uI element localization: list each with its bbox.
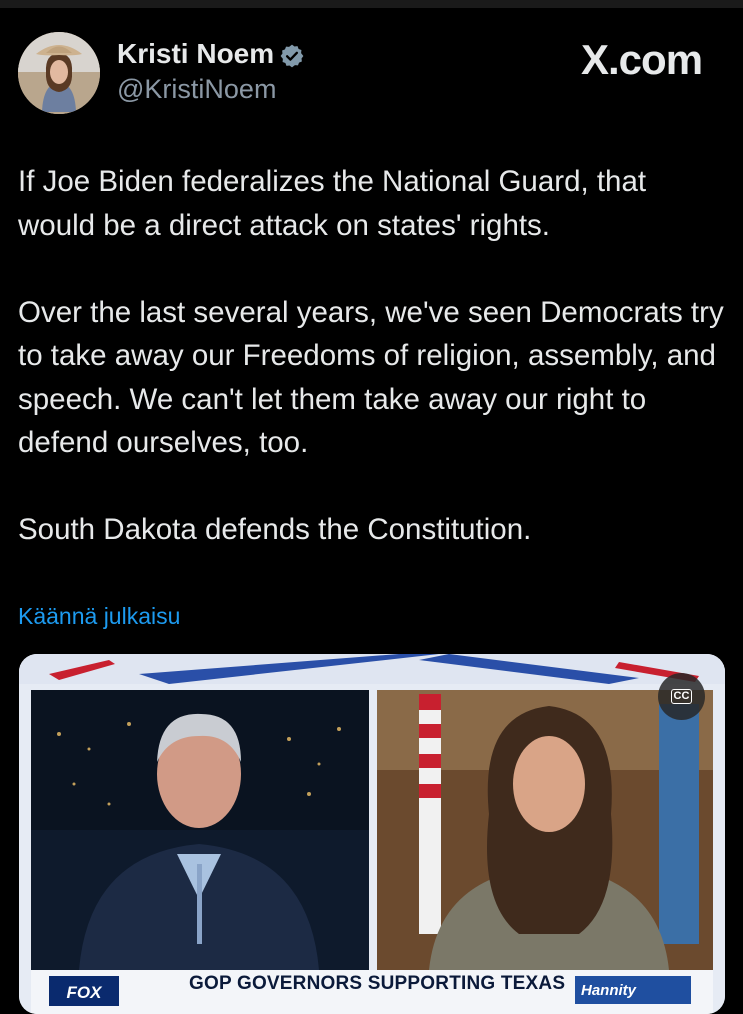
video-player[interactable]: GOP GOVERNORS SUPPORTING TEXAS FOX Hanni… — [19, 654, 725, 1014]
translate-post-link[interactable]: Käännä julkaisu — [18, 603, 180, 630]
captions-button[interactable]: CC — [658, 673, 705, 720]
post-text: If Joe Biden federalizes the National Gu… — [18, 160, 728, 595]
author-name[interactable]: Kristi Noem — [117, 38, 274, 70]
post-paragraph: If Joe Biden federalizes the National Gu… — [18, 165, 647, 242]
author-handle[interactable]: @KristiNoem — [117, 74, 276, 105]
avatar-image — [18, 32, 100, 114]
post-paragraph: South Dakota defends the Constitution. — [18, 513, 532, 546]
cc-icon: CC — [670, 689, 693, 704]
verified-badge-icon — [280, 44, 304, 68]
post-paragraph: Over the last several years, we've seen … — [18, 295, 724, 460]
video-frame — [19, 654, 725, 1014]
fox-logo: FOX — [49, 976, 119, 1006]
x-brand-logo: X.com — [581, 36, 703, 83]
avatar[interactable] — [18, 32, 100, 114]
top-edge-bar — [0, 0, 743, 8]
lower-third-banner: GOP GOVERNORS SUPPORTING TEXAS — [189, 973, 566, 994]
